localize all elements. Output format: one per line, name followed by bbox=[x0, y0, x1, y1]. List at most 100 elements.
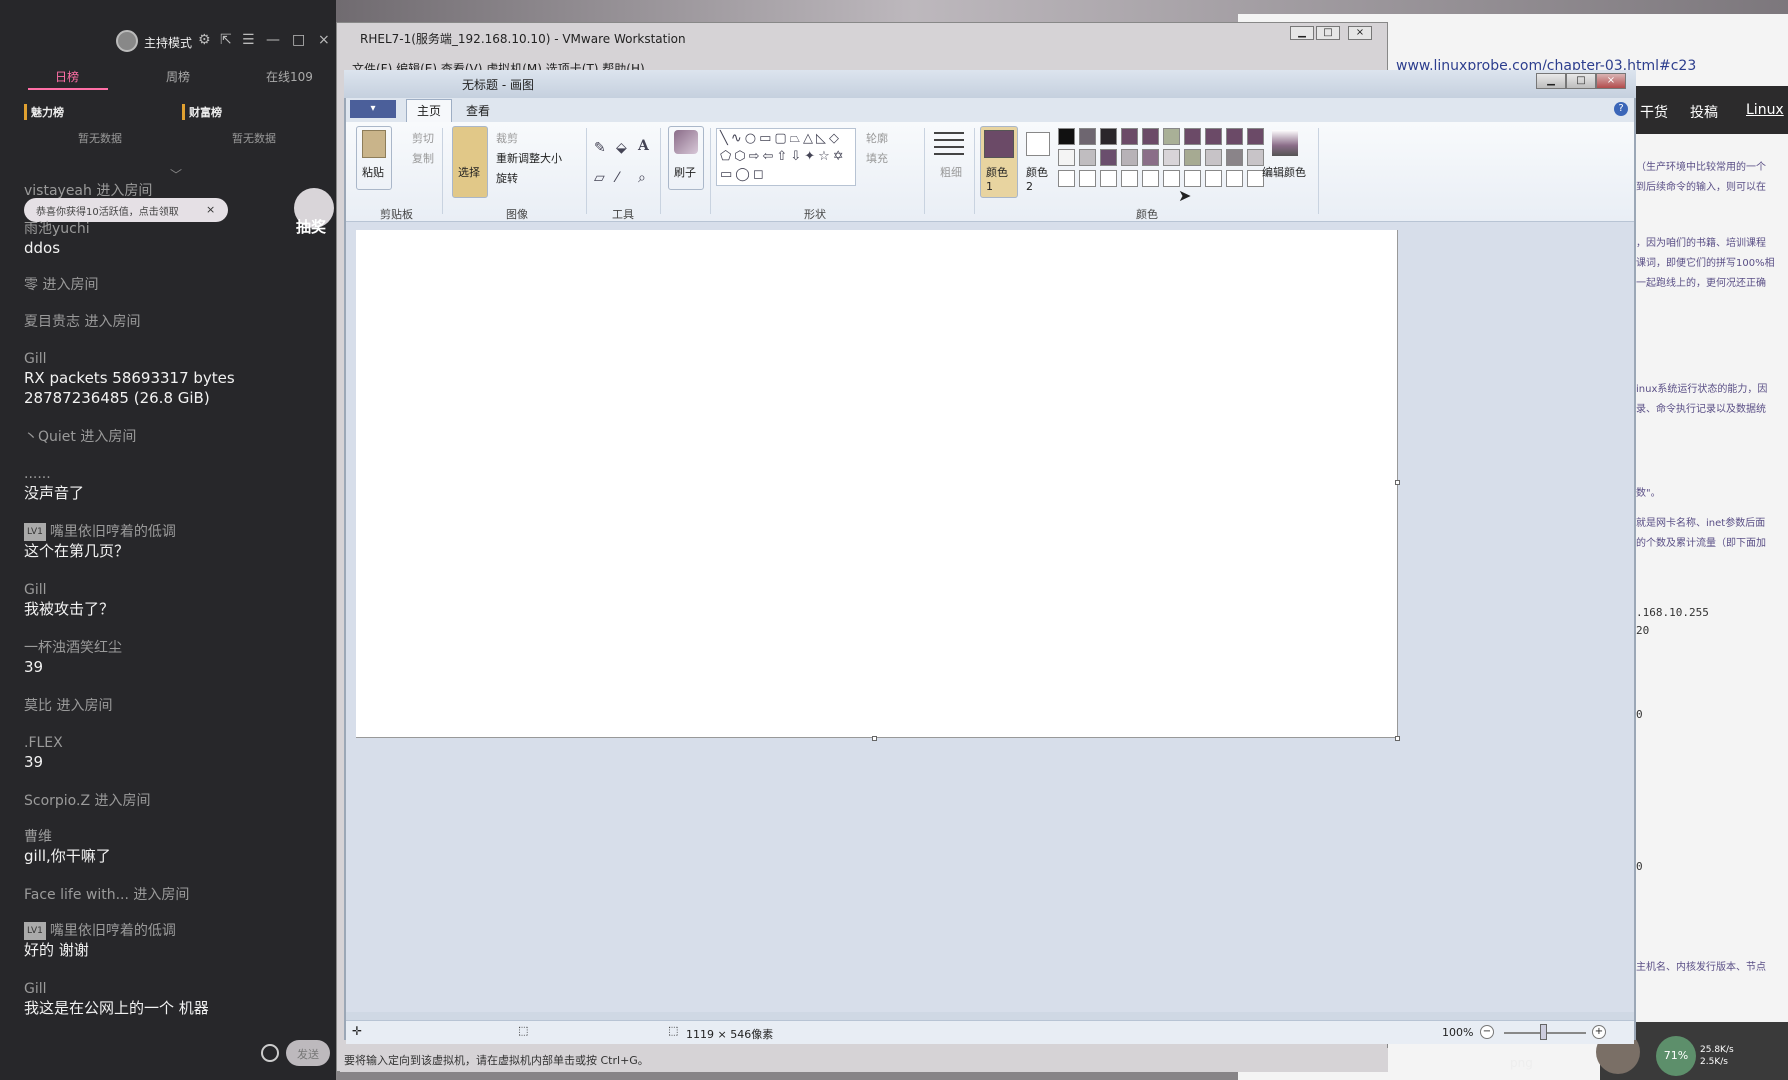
resize-handle[interactable] bbox=[872, 736, 877, 741]
charm-ranking[interactable]: 魅力榜 bbox=[24, 104, 64, 120]
close-icon[interactable]: × bbox=[1348, 26, 1372, 40]
color-swatch[interactable] bbox=[1163, 170, 1180, 187]
minimize-icon[interactable]: ▁ bbox=[1290, 26, 1314, 40]
drawing-canvas[interactable] bbox=[356, 230, 1398, 738]
chat-username[interactable]: 嘴里依旧哼着的低调 bbox=[50, 923, 176, 939]
maximize-icon[interactable]: □ bbox=[292, 32, 305, 48]
popout-icon[interactable]: ⇱ bbox=[220, 32, 232, 48]
size-icon[interactable] bbox=[934, 132, 964, 158]
chat-username[interactable]: Gill bbox=[24, 980, 324, 998]
chevron-down-icon[interactable]: ﹀ bbox=[170, 166, 182, 183]
color-swatch[interactable] bbox=[1163, 149, 1180, 166]
color-swatch[interactable] bbox=[1100, 170, 1117, 187]
chat-username[interactable]: 嘴里依旧哼着的低调 bbox=[50, 524, 176, 540]
tab-view[interactable]: 查看 bbox=[456, 102, 500, 119]
outline-button[interactable]: 轮廓 bbox=[866, 130, 888, 146]
color-swatch[interactable] bbox=[1058, 149, 1075, 166]
shapes-gallery[interactable]: ╲∿○▭▢⏢△◺◇⬠⬡⇨⇦⇧⇩✦☆✡▭◯◻ bbox=[716, 128, 856, 186]
edit-colors-button[interactable]: 编辑颜色 bbox=[1262, 164, 1306, 180]
color-swatch[interactable] bbox=[1142, 170, 1159, 187]
chat-username[interactable]: Face life with... 进入房间 bbox=[24, 886, 324, 904]
maximize-icon[interactable]: □ bbox=[1566, 73, 1596, 89]
color-swatch[interactable] bbox=[1184, 128, 1201, 145]
text-tool-icon[interactable]: A bbox=[638, 138, 649, 154]
chat-username[interactable]: .FLEX bbox=[24, 734, 324, 752]
crop-button[interactable]: 裁剪 bbox=[496, 130, 518, 146]
color-swatch[interactable] bbox=[1163, 128, 1180, 145]
minimize-icon[interactable]: — bbox=[266, 32, 280, 48]
host-mode-label[interactable]: 主持模式 bbox=[144, 34, 192, 51]
zoom-out-button[interactable]: − bbox=[1480, 1025, 1494, 1039]
close-icon[interactable]: × bbox=[206, 203, 215, 216]
host-avatar[interactable] bbox=[116, 30, 138, 52]
color-swatch[interactable] bbox=[1058, 128, 1075, 145]
color-swatch[interactable] bbox=[1205, 149, 1222, 166]
color-swatch[interactable] bbox=[1184, 170, 1201, 187]
magnifier-icon[interactable]: ⌕ bbox=[638, 170, 646, 186]
wealth-ranking[interactable]: 财富榜 bbox=[182, 104, 222, 120]
send-button[interactable]: 发送 bbox=[286, 1040, 330, 1066]
zoom-in-button[interactable]: + bbox=[1592, 1025, 1606, 1039]
color-swatch[interactable] bbox=[1184, 149, 1201, 166]
help-icon[interactable]: ? bbox=[1614, 102, 1628, 116]
tab-home[interactable]: 主页 bbox=[406, 99, 453, 123]
emoji-icon[interactable] bbox=[261, 1044, 279, 1062]
color-swatch[interactable] bbox=[1079, 149, 1096, 166]
browser-nav-item[interactable]: 投稿 bbox=[1690, 102, 1718, 122]
chat-username[interactable]: 曹维 bbox=[24, 828, 324, 846]
chat-username[interactable]: 一杯浊酒笑红尘 bbox=[24, 639, 324, 657]
chat-username[interactable]: Scorpio.Z 进入房间 bbox=[24, 792, 324, 810]
pencil-icon[interactable]: ✎ bbox=[594, 140, 606, 156]
color-swatch[interactable] bbox=[1205, 128, 1222, 145]
file-menu-button[interactable]: ▾ bbox=[350, 100, 396, 118]
color-picker-icon[interactable]: ⁄ bbox=[616, 170, 618, 186]
resize-handle[interactable] bbox=[1395, 480, 1400, 485]
browser-nav-item[interactable]: Linux bbox=[1746, 102, 1784, 118]
color-swatch[interactable] bbox=[1121, 128, 1138, 145]
reward-toast[interactable]: 恭喜你获得10活跃值，点击领取 bbox=[24, 198, 228, 222]
zoom-slider-thumb[interactable] bbox=[1540, 1024, 1547, 1040]
menu-icon[interactable]: ☰ bbox=[242, 32, 255, 48]
edit-colors-icon[interactable] bbox=[1272, 130, 1298, 156]
copy-button[interactable]: 复制 bbox=[412, 150, 434, 166]
chat-username[interactable]: 雨池yuchi bbox=[24, 220, 324, 238]
rotate-button[interactable]: 旋转 bbox=[496, 170, 518, 186]
chat-username[interactable]: 夏目贵志 进入房间 bbox=[24, 313, 324, 331]
color-swatch[interactable] bbox=[1142, 149, 1159, 166]
select-button[interactable] bbox=[452, 126, 488, 198]
color-swatch[interactable] bbox=[1142, 128, 1159, 145]
color-swatch[interactable] bbox=[1247, 128, 1264, 145]
color-swatch[interactable] bbox=[1079, 170, 1096, 187]
tab-daily[interactable]: 日榜 bbox=[55, 68, 79, 85]
cpu-usage-badge[interactable]: 71% bbox=[1656, 1036, 1696, 1076]
color-swatch[interactable] bbox=[1121, 170, 1138, 187]
color-swatch[interactable] bbox=[1226, 128, 1243, 145]
chat-username[interactable]: 丶Quiet 进入房间 bbox=[24, 428, 324, 446]
tab-weekly[interactable]: 周榜 bbox=[166, 68, 190, 85]
fill-button[interactable]: 填充 bbox=[866, 150, 888, 166]
color-swatch[interactable] bbox=[1058, 170, 1075, 187]
color-swatch[interactable] bbox=[1121, 149, 1138, 166]
chat-username[interactable]: Gill bbox=[24, 350, 324, 368]
minimize-icon[interactable]: ▁ bbox=[1536, 73, 1566, 89]
maximize-icon[interactable]: □ bbox=[1316, 26, 1340, 40]
cut-button[interactable]: 剪切 bbox=[412, 130, 434, 146]
chat-username[interactable]: 零 进入房间 bbox=[24, 276, 324, 294]
color-swatch[interactable] bbox=[1205, 170, 1222, 187]
chat-username[interactable]: 莫比 进入房间 bbox=[24, 697, 324, 715]
color2-swatch[interactable] bbox=[1026, 132, 1050, 156]
close-icon[interactable]: × bbox=[318, 32, 330, 48]
resize-handle[interactable] bbox=[1395, 736, 1400, 741]
browser-nav-item[interactable]: 干货 bbox=[1640, 102, 1668, 122]
chat-username[interactable]: Gill bbox=[24, 581, 324, 599]
color-swatch[interactable] bbox=[1100, 149, 1117, 166]
color-swatch[interactable] bbox=[1079, 128, 1096, 145]
eraser-icon[interactable]: ▱ bbox=[594, 170, 605, 186]
color-swatch[interactable] bbox=[1226, 149, 1243, 166]
tab-online[interactable]: 在线109 bbox=[266, 68, 313, 85]
chat-username[interactable]: ...... bbox=[24, 465, 324, 483]
close-icon[interactable]: × bbox=[1596, 73, 1626, 89]
color-swatch[interactable] bbox=[1226, 170, 1243, 187]
resize-button[interactable]: 重新调整大小 bbox=[496, 150, 562, 166]
settings-icon[interactable]: ⚙ bbox=[198, 32, 211, 48]
